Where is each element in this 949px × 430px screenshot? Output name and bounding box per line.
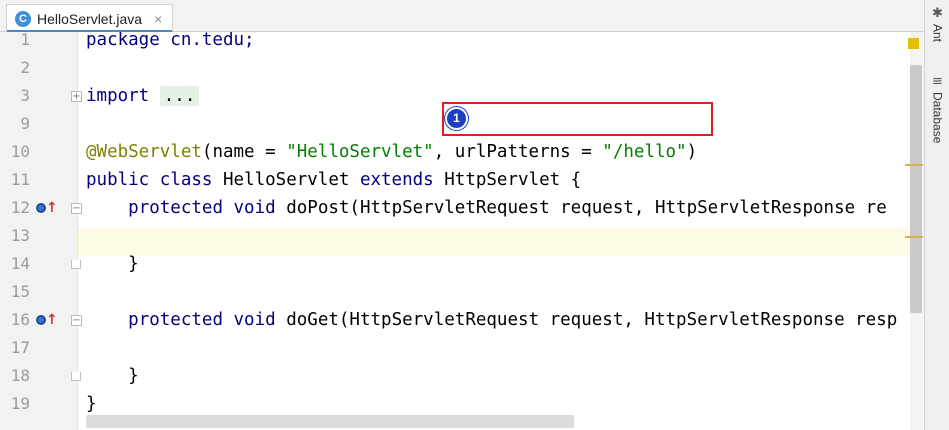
code-line: 18 } (0, 362, 924, 390)
code-line: 14 } (0, 250, 924, 278)
code-keyword: public class (86, 170, 213, 190)
code-package-statement: package cn.tedu; (86, 32, 255, 50)
line-number: 15 (10, 282, 30, 301)
code-string: "/hello" (602, 142, 687, 162)
code-string: "HelloServlet" (286, 142, 434, 162)
fold-end-icon[interactable] (71, 372, 81, 381)
code-keyword: protected void (128, 310, 276, 330)
line-number: 1 (20, 32, 30, 49)
editor-tab-bar: C HelloServlet.java × (0, 0, 924, 33)
tool-window-ant[interactable]: ✱ Ant (925, 6, 949, 42)
code-line: 2 (0, 54, 924, 82)
code-text: } (86, 394, 97, 414)
highlight-callout-box (442, 102, 713, 136)
line-number: 10 (10, 142, 30, 161)
code-annotation: @WebServlet (86, 142, 202, 162)
up-arrow-icon[interactable]: ↑ (46, 306, 58, 334)
fold-expand-icon[interactable]: + (71, 91, 82, 102)
vertical-scrollbar-thumb[interactable] (910, 65, 922, 313)
code-text: @WebServlet(name = "HelloServlet", urlPa… (86, 138, 697, 166)
code-keyword: protected void (128, 198, 276, 218)
code-line: 10 @WebServlet(name = "HelloServlet", ur… (0, 138, 924, 166)
callout-number-badge: 1 (445, 107, 468, 130)
code-plain: doPost(HttpServletRequest request, HttpS… (275, 198, 887, 218)
code-line: 17 (0, 334, 924, 362)
code-line: 1 package cn.tedu; (0, 32, 924, 54)
line-number: 12 (10, 198, 30, 217)
line-number: 11 (10, 170, 30, 189)
code-line: 12 ↑ − protected void doPost(HttpServlet… (0, 194, 924, 222)
ant-icon: ✱ (932, 6, 943, 21)
database-icon: ≡ (932, 74, 943, 89)
code-text: protected void doPost(HttpServletRequest… (86, 194, 887, 222)
code-line: 15 (0, 278, 924, 306)
code-text: public class HelloServlet extends HttpSe… (86, 166, 581, 194)
tool-window-label: Database (930, 92, 945, 144)
code-plain: (name = (201, 142, 287, 162)
code-text: package cn.tedu; (86, 32, 255, 54)
line-number: 19 (10, 394, 30, 413)
code-line: 16 ↑ − protected void doGet(HttpServletR… (0, 306, 924, 334)
override-method-icon[interactable] (36, 203, 46, 213)
line-number: 13 (10, 226, 30, 245)
tab-helloservlet-java[interactable]: C HelloServlet.java × (6, 4, 174, 33)
warning-stripe-marker[interactable] (905, 164, 923, 166)
line-number: 16 (10, 310, 30, 329)
line-number: 18 (10, 366, 30, 385)
code-line: 11 public class HelloServlet extends Htt… (0, 166, 924, 194)
code-editor[interactable]: 1 package cn.tedu; 2 3 + import ... 9 10… (0, 32, 924, 430)
code-text: } (86, 366, 139, 386)
fold-collapse-icon[interactable]: − (71, 203, 82, 214)
code-text: protected void doGet(HttpServletRequest … (86, 306, 897, 334)
code-plain: ) (686, 142, 698, 162)
java-class-icon: C (15, 10, 31, 27)
tool-window-label: Ant (930, 24, 945, 43)
code-text: import ... (86, 82, 200, 110)
close-icon[interactable]: × (154, 11, 162, 27)
line-number: 2 (20, 58, 30, 77)
override-method-icon[interactable] (36, 315, 46, 325)
line-number: 3 (20, 86, 30, 105)
line-number: 14 (10, 254, 30, 273)
warning-stripe-marker[interactable] (905, 236, 923, 238)
up-arrow-icon[interactable]: ↑ (46, 194, 58, 222)
code-plain: HttpServlet { (433, 170, 582, 190)
inspection-status-icon[interactable] (908, 38, 919, 49)
fold-end-icon[interactable] (71, 260, 81, 269)
code-line: 13 (0, 222, 924, 250)
code-plain: , urlPatterns = (433, 142, 603, 162)
code-keyword: import (86, 86, 150, 106)
folded-imports[interactable]: ... (159, 86, 200, 106)
code-plain: HelloServlet (212, 170, 360, 190)
tool-window-database[interactable]: ≡ Database (925, 74, 949, 143)
code-keyword: extends (359, 170, 434, 190)
right-tool-window-bar: ✱ Ant ≡ Database (924, 0, 949, 430)
horizontal-scrollbar-thumb[interactable] (86, 415, 574, 428)
tab-label: HelloServlet.java (37, 10, 143, 27)
line-number: 9 (20, 114, 30, 133)
code-text: } (86, 254, 139, 274)
fold-collapse-icon[interactable]: − (71, 315, 82, 326)
code-line: 19 } (0, 390, 924, 418)
line-number: 17 (10, 338, 30, 357)
code-plain: doGet(HttpServletRequest request, HttpSe… (275, 310, 898, 330)
